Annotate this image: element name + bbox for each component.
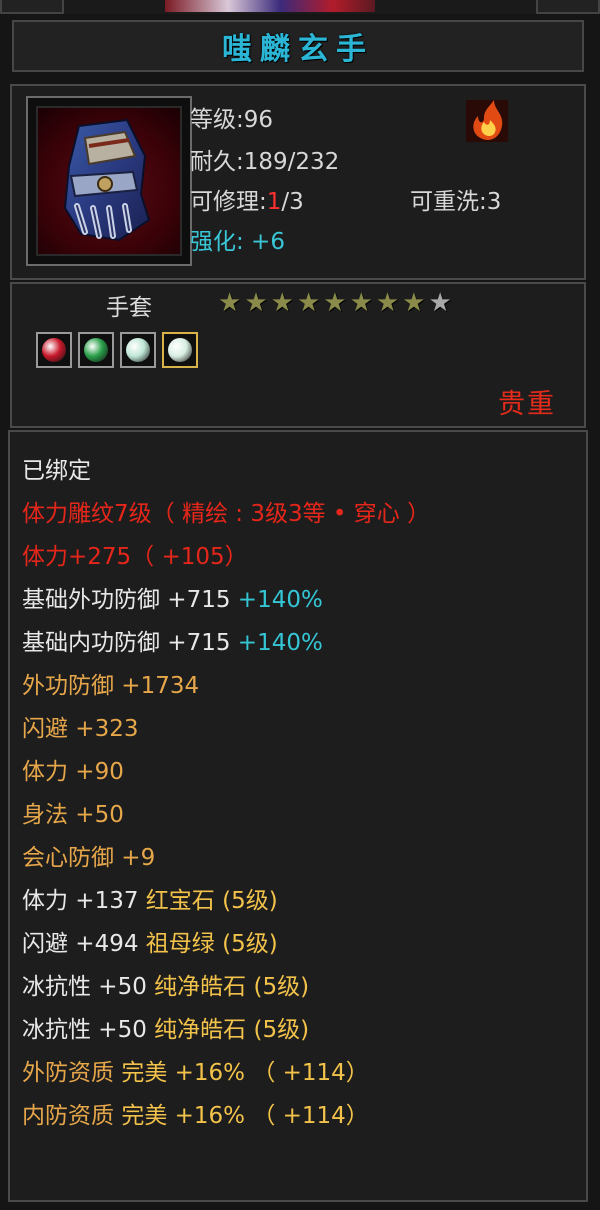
attribute-highlight: 完美 +16% （ +114） bbox=[121, 1103, 369, 1129]
item-name: 嗤麟玄手 bbox=[222, 32, 374, 67]
attribute-highlight: 纯净皓石 (5级) bbox=[154, 974, 310, 1000]
star-filled-icon: ★ bbox=[218, 288, 242, 318]
item-type: 手套 bbox=[106, 295, 152, 321]
gem-socket[interactable] bbox=[120, 332, 156, 368]
star-filled-icon: ★ bbox=[349, 288, 373, 318]
gem-socket[interactable] bbox=[78, 332, 114, 368]
attribute-text: 冰抗性 +50 bbox=[22, 974, 155, 1000]
attribute-row: 体力 +90 bbox=[22, 751, 430, 794]
attribute-highlight: 红宝石 (5级) bbox=[145, 888, 278, 914]
star-filled-icon: ★ bbox=[375, 288, 400, 318]
attribute-row: 体力 +137 红宝石 (5级) bbox=[22, 880, 430, 923]
star-filled-icon: ★ bbox=[323, 288, 347, 318]
attribute-row: 闪避 +494 祖母绿 (5级) bbox=[22, 923, 430, 966]
attribute-text: 体力雕纹7级（ 精绘 : 3级3等 • 穿心 ） bbox=[22, 501, 431, 527]
attribute-row: 外功防御 +1734 bbox=[22, 665, 430, 708]
attribute-row: 外防资质 完美 +16% （ +114） bbox=[22, 1052, 430, 1095]
attribute-text: 体力+275（ +105） bbox=[22, 544, 248, 570]
ruby-gem-icon bbox=[42, 338, 66, 362]
star-rating: ★ ★ ★ ★ ★ ★ ★ ★ ★ bbox=[218, 290, 452, 316]
attribute-text: 体力 +90 bbox=[22, 759, 124, 785]
item-title-bar: 嗤麟玄手 bbox=[12, 20, 584, 72]
attribute-row: 内防资质 完美 +16% （ +114） bbox=[22, 1095, 430, 1138]
attribute-panel: 已绑定体力雕纹7级（ 精绘 : 3级3等 • 穿心 ） 体力+275（ +105）… bbox=[8, 430, 588, 1202]
pure-diamond-gem-icon bbox=[126, 338, 150, 362]
star-empty-icon: ★ bbox=[428, 288, 452, 318]
attribute-text: 已绑定 bbox=[22, 458, 91, 484]
attribute-row: 冰抗性 +50 纯净皓石 (5级) bbox=[22, 966, 430, 1009]
attribute-row: 体力雕纹7级（ 精绘 : 3级3等 • 穿心 ） bbox=[22, 493, 430, 536]
star-filled-icon: ★ bbox=[270, 288, 294, 318]
item-type-panel: 手套 ★ ★ ★ ★ ★ ★ ★ ★ ★ 贵重 bbox=[10, 282, 586, 428]
attribute-bonus-percent: +140% bbox=[237, 630, 323, 656]
attribute-highlight: 纯净皓石 (5级) bbox=[154, 1017, 310, 1043]
attribute-bonus-percent: +140% bbox=[237, 587, 323, 613]
repair-current: 1 bbox=[266, 189, 282, 215]
repair-label: 可修理: bbox=[190, 189, 267, 215]
item-enhance: 强化: +6 bbox=[190, 229, 285, 255]
gem-socket[interactable] bbox=[36, 332, 72, 368]
attribute-text: 基础外功防御 +715 bbox=[22, 587, 238, 613]
item-rarity: 贵重 bbox=[498, 389, 556, 420]
attribute-text: 身法 +50 bbox=[22, 802, 124, 828]
gem-socket[interactable] bbox=[162, 332, 198, 368]
attribute-highlight: 完美 +16% （ +114） bbox=[121, 1060, 369, 1086]
item-rewash: 可重洗:3 bbox=[410, 189, 502, 215]
fire-emblem-icon bbox=[460, 94, 514, 148]
emerald-gem-icon bbox=[84, 338, 108, 362]
attribute-text: 外防资质 bbox=[22, 1060, 122, 1086]
armored-gauntlet-icon bbox=[36, 106, 182, 256]
item-icon-slot[interactable] bbox=[26, 96, 192, 266]
item-level: 等级:96 bbox=[190, 107, 274, 133]
attribute-row: 基础外功防御 +715 +140% bbox=[22, 579, 430, 622]
star-filled-icon: ★ bbox=[296, 288, 321, 318]
attribute-list: 已绑定体力雕纹7级（ 精绘 : 3级3等 • 穿心 ） 体力+275（ +105）… bbox=[22, 450, 430, 1138]
character-portrait-sliver bbox=[165, 0, 375, 12]
gem-sockets bbox=[36, 332, 198, 368]
attribute-row: 已绑定 bbox=[22, 450, 430, 493]
attribute-highlight: 祖母绿 (5级) bbox=[145, 931, 278, 957]
attribute-text: 会心防御 +9 bbox=[22, 845, 156, 871]
attribute-text: 闪避 +494 bbox=[22, 931, 146, 957]
attribute-row: 体力+275（ +105） bbox=[22, 536, 430, 579]
attribute-row: 闪避 +323 bbox=[22, 708, 430, 751]
attribute-text: 冰抗性 +50 bbox=[22, 1017, 155, 1043]
star-filled-icon: ★ bbox=[244, 288, 268, 318]
attribute-text: 内防资质 bbox=[22, 1103, 122, 1129]
attribute-text: 体力 +137 bbox=[22, 888, 146, 914]
attribute-text: 外功防御 +1734 bbox=[22, 673, 200, 699]
pure-diamond-gem-icon bbox=[168, 338, 192, 362]
item-header-panel: 等级:96 耐久:189/232 可修理:1/3 可重洗:3 强化: +6 bbox=[10, 84, 586, 280]
corner-decoration-right bbox=[536, 0, 600, 14]
repair-max: /3 bbox=[281, 189, 304, 215]
item-durability: 耐久:189/232 bbox=[190, 149, 340, 175]
attribute-text: 基础内功防御 +715 bbox=[22, 630, 238, 656]
attribute-row: 身法 +50 bbox=[22, 794, 430, 837]
attribute-row: 基础内功防御 +715 +140% bbox=[22, 622, 430, 665]
corner-decoration-left bbox=[0, 0, 64, 14]
attribute-row: 会心防御 +9 bbox=[22, 837, 430, 880]
star-filled-icon: ★ bbox=[402, 288, 426, 318]
item-repair: 可修理:1/3 bbox=[190, 182, 304, 216]
attribute-text: 闪避 +323 bbox=[22, 716, 139, 742]
attribute-row: 冰抗性 +50 纯净皓石 (5级) bbox=[22, 1009, 430, 1052]
